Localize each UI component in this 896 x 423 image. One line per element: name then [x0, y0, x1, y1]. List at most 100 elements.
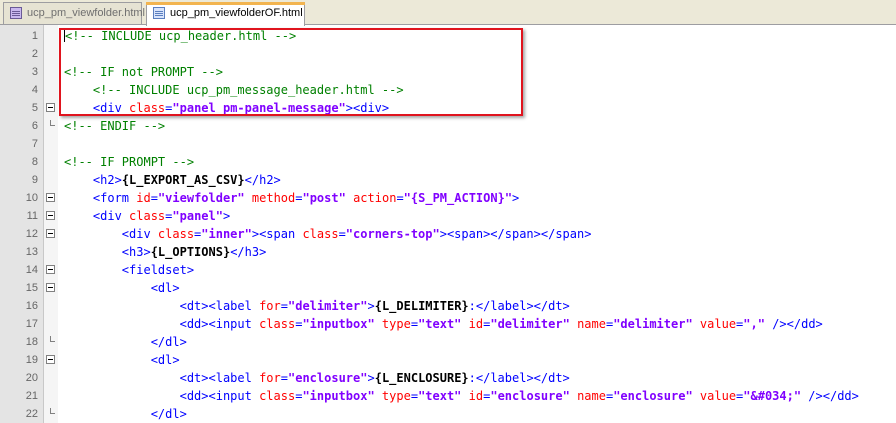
code-line[interactable]: 10 <form id="viewfolder" method="post" a… [0, 189, 896, 207]
code-token: type [381, 389, 411, 403]
code-token: "post" [302, 191, 346, 205]
line-number: 9 [31, 174, 38, 186]
code-token: "enclosure" [613, 389, 693, 403]
code-token: <!-- ENDIF --> [64, 119, 166, 133]
code-line[interactable]: 8 <!-- IF PROMPT --> [0, 153, 896, 171]
tab-label: ucp_pm_viewfolder.html [27, 7, 146, 19]
code-line[interactable]: 21 <dd><input class="inputbox" type="tex… [0, 387, 896, 405]
fold-toggle-icon[interactable] [46, 103, 55, 112]
code-line[interactable]: 19 <dl> [0, 351, 896, 369]
code-token: method [251, 191, 296, 205]
code-token: <!-- IF PROMPT --> [64, 155, 195, 169]
code-text: <div class="panel"> [64, 207, 230, 225]
fold-end-icon [50, 336, 55, 342]
code-token: = [410, 317, 419, 331]
code-line[interactable]: 15 <dl> [0, 279, 896, 297]
code-token: "text" [418, 389, 462, 403]
code-line[interactable]: 12 <div class="inner"><span class="corne… [0, 225, 896, 243]
code-token: "inputbox" [302, 389, 375, 403]
line-number: 16 [25, 300, 38, 312]
code-token: </dl> [150, 335, 187, 349]
code-token: <dl> [150, 353, 180, 367]
code-line[interactable]: 18 </dl> [0, 333, 896, 351]
code-token: class [129, 209, 166, 223]
code-token: /></dd> [801, 389, 859, 403]
code-text: <!-- ENDIF --> [64, 117, 165, 135]
fold-toggle-icon[interactable] [46, 355, 55, 364]
fold-toggle-icon[interactable] [46, 193, 55, 202]
code-token: action [353, 191, 397, 205]
fold-toggle-icon[interactable] [46, 265, 55, 274]
fold-end-icon [50, 120, 55, 126]
line-number: 21 [25, 390, 38, 402]
code-text: <fieldset> [64, 261, 194, 279]
code-token: = [150, 191, 158, 205]
code-token: id [468, 317, 484, 331]
tab-ucp-pm-viewfolderof[interactable]: ucp_pm_viewfolderOF.html [146, 2, 305, 26]
code-text: <dl> [64, 279, 180, 297]
tab-ucp-pm-viewfolder[interactable]: ucp_pm_viewfolder.html [3, 2, 146, 24]
code-token: > [367, 371, 375, 385]
code-token: class [157, 227, 195, 241]
code-text: <dt><label for="delimiter">{L_DELIMITER}… [64, 297, 570, 315]
code-token: value [699, 317, 737, 331]
code-line[interactable]: 11 <div class="panel"> [0, 207, 896, 225]
code-token: <div [121, 227, 158, 241]
code-line[interactable]: 6 <!-- ENDIF --> [0, 117, 896, 135]
line-number: 20 [25, 372, 38, 384]
fold-toggle-icon[interactable] [46, 229, 55, 238]
line-number: 19 [25, 354, 38, 366]
code-token: :</label></dt> [468, 371, 570, 385]
code-token: = [410, 389, 419, 403]
code-token: <dt><label [179, 299, 260, 313]
code-line[interactable]: 9 <h2>{L_EXPORT_AS_CSV}</h2> [0, 171, 896, 189]
code-token: "{S_PM_ACTION}" [403, 191, 513, 205]
code-token: /></dd> [764, 317, 823, 331]
tab-label: ucp_pm_viewfolderOF.html [170, 7, 303, 19]
code-token: type [381, 317, 411, 331]
highlight-box [59, 28, 523, 116]
code-token: "corners-top" [345, 227, 440, 241]
code-token: name [577, 317, 606, 331]
line-number: 11 [26, 210, 38, 222]
line-number: 5 [31, 102, 38, 114]
code-token: id [468, 389, 484, 403]
line-number: 12 [25, 228, 38, 240]
code-token: class [259, 317, 296, 331]
code-line[interactable]: 16 <dt><label for="delimiter">{L_DELIMIT… [0, 297, 896, 315]
code-line[interactable]: 17 <dd><input class="inputbox" type="tex… [0, 315, 896, 333]
fold-toggle-icon[interactable] [46, 283, 55, 292]
code-line[interactable]: 13 <h3>{L_OPTIONS}</h3> [0, 243, 896, 261]
code-token: > [512, 191, 520, 205]
code-token: </h2> [244, 173, 281, 187]
line-number: 8 [31, 156, 38, 168]
code-text: <form id="viewfolder" method="post" acti… [64, 189, 519, 207]
html-file-icon [10, 7, 22, 19]
code-token: <h2> [92, 173, 122, 187]
code-token: {L_OPTIONS} [150, 245, 231, 259]
line-number: 3 [31, 66, 38, 78]
code-line[interactable]: 7 [0, 135, 896, 153]
fold-toggle-icon[interactable] [46, 211, 55, 220]
line-number: 17 [25, 318, 38, 330]
code-token: <dd><input [179, 317, 260, 331]
code-token: "delimiter" [613, 317, 693, 331]
code-line[interactable]: 22 </dl> [0, 405, 896, 423]
code-token: {L_EXPORT_AS_CSV} [121, 173, 245, 187]
code-line[interactable]: 14 <fieldset> [0, 261, 896, 279]
code-line[interactable]: 20 <dt><label for="enclosure">{L_ENCLOSU… [0, 369, 896, 387]
code-token: "," [743, 317, 765, 331]
code-token: "text" [418, 317, 462, 331]
